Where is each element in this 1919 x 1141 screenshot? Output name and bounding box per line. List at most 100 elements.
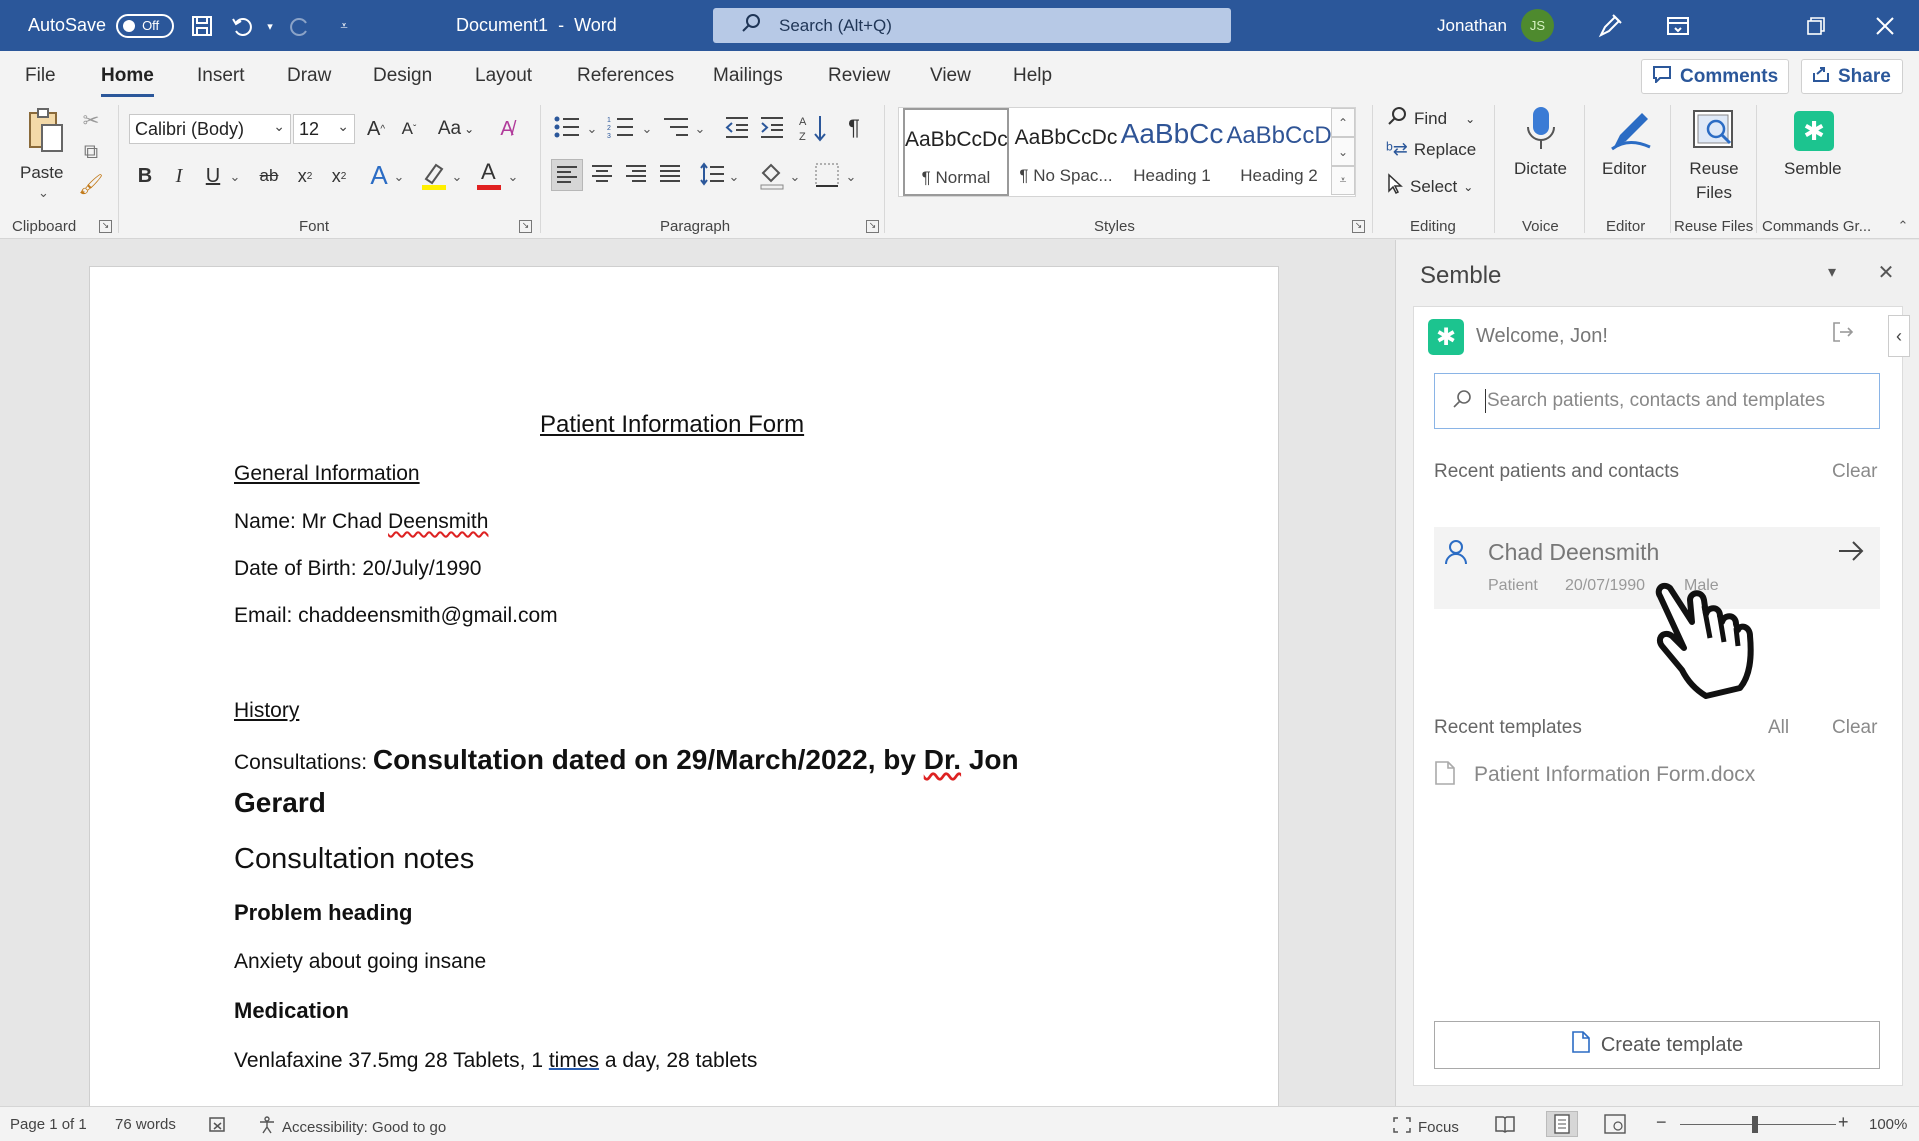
tab-file[interactable]: File — [25, 65, 56, 87]
font-color-dropdown-icon[interactable]: ⌄ — [506, 167, 520, 187]
proofing-icon[interactable] — [208, 1116, 228, 1134]
tab-design[interactable]: Design — [373, 65, 432, 87]
shading-icon[interactable] — [757, 159, 787, 191]
clipboard-launcher-icon[interactable]: ↘ — [99, 220, 112, 233]
change-case-icon[interactable]: Aa ⌄ — [434, 115, 478, 143]
superscript-icon[interactable]: x2 — [324, 161, 354, 191]
pen-icon[interactable] — [1580, 0, 1640, 51]
clear-templates-link[interactable]: Clear — [1832, 717, 1877, 739]
undo-dropdown-icon[interactable]: ▾ — [256, 12, 284, 40]
avatar[interactable]: JS — [1520, 9, 1554, 42]
style-normal[interactable]: AaBbCcDc ¶ Normal — [903, 108, 1009, 196]
reuse-files-button[interactable]: Reuse Files — [1678, 103, 1750, 213]
create-template-button[interactable]: Create template — [1434, 1021, 1880, 1069]
numbering-dropdown-icon[interactable]: ⌄ — [640, 119, 654, 139]
zoom-slider-thumb[interactable] — [1752, 1116, 1758, 1133]
zoom-in-icon[interactable]: + — [1838, 1112, 1849, 1133]
font-launcher-icon[interactable]: ↘ — [519, 220, 532, 233]
align-center-icon[interactable] — [587, 159, 619, 191]
recent-template-item[interactable]: Patient Information Form.docx — [1434, 755, 1880, 795]
italic-icon[interactable]: I — [166, 161, 192, 191]
account[interactable]: Jonathan JS — [1437, 0, 1554, 51]
editor-button[interactable]: Editor — [1594, 103, 1668, 213]
clear-formatting-icon[interactable]: A̸ — [492, 115, 522, 143]
justify-icon[interactable] — [655, 159, 687, 191]
bullets-dropdown-icon[interactable]: ⌄ — [585, 119, 599, 139]
tab-draw[interactable]: Draw — [287, 65, 331, 87]
paste-button[interactable]: Paste ⌄ — [18, 105, 74, 205]
zoom-out-icon[interactable]: − — [1656, 1112, 1667, 1133]
subscript-icon[interactable]: x2 — [290, 161, 320, 191]
borders-icon[interactable] — [812, 159, 842, 191]
font-color-icon[interactable]: A — [474, 159, 504, 191]
style-no-spacing[interactable]: AaBbCcDc ¶ No Spac... — [1013, 108, 1119, 196]
text-effects-icon[interactable]: A — [364, 159, 394, 191]
undo-icon[interactable] — [228, 12, 256, 40]
tab-mailings[interactable]: Mailings — [713, 65, 783, 87]
customize-toolbar-icon[interactable]: ⩡ — [330, 12, 358, 40]
replace-button[interactable]: ᵇ⇄ Replace — [1386, 139, 1476, 160]
save-icon[interactable] — [188, 12, 216, 40]
focus-mode-button[interactable]: Focus — [1392, 1116, 1459, 1138]
find-button[interactable]: Find ⌄ — [1386, 105, 1475, 132]
ribbon-display-icon[interactable] — [1648, 0, 1708, 51]
multilevel-list-icon[interactable] — [662, 115, 692, 141]
accessibility-status[interactable]: Accessibility: Good to go — [258, 1116, 446, 1138]
shading-dropdown-icon[interactable]: ⌄ — [788, 167, 802, 187]
style-heading-2[interactable]: AaBbCcD Heading 2 — [1226, 108, 1332, 196]
share-button[interactable]: Share — [1801, 59, 1903, 94]
underline-dropdown-icon[interactable]: ⌄ — [228, 167, 242, 187]
font-size-combo[interactable]: 12 ⌄ — [293, 114, 355, 144]
clear-contacts-link[interactable]: Clear — [1832, 461, 1877, 483]
font-name-combo[interactable]: Calibri (Body) ⌄ — [129, 114, 291, 144]
align-left-icon[interactable] — [551, 159, 583, 191]
restore-icon[interactable] — [1786, 0, 1846, 51]
print-layout-icon[interactable] — [1546, 1111, 1578, 1137]
underline-icon[interactable]: U — [200, 161, 226, 191]
style-heading-1[interactable]: AaBbCc Heading 1 — [1119, 108, 1225, 196]
read-mode-icon[interactable] — [1494, 1114, 1516, 1134]
numbering-icon[interactable]: 123 — [607, 115, 637, 141]
close-pane-icon[interactable]: ✕ — [1874, 260, 1898, 284]
sign-out-icon[interactable] — [1832, 321, 1856, 345]
select-button[interactable]: Select ⌄ — [1386, 173, 1473, 200]
pane-options-icon[interactable]: ▾ — [1822, 262, 1842, 282]
tab-review[interactable]: Review — [828, 65, 890, 87]
tab-layout[interactable]: Layout — [475, 65, 532, 87]
document-page[interactable]: Patient Information Form General Informa… — [89, 266, 1279, 1108]
page-count[interactable]: Page 1 of 1 — [10, 1116, 87, 1133]
multilevel-dropdown-icon[interactable]: ⌄ — [693, 119, 707, 139]
collapse-ribbon-icon[interactable]: ⌃ — [1893, 217, 1913, 235]
grow-font-icon[interactable]: A ^ — [362, 115, 390, 143]
styles-more-icon[interactable]: ⩡ — [1331, 166, 1355, 195]
format-painter-icon[interactable]: 🖌 — [78, 171, 104, 197]
close-window-icon[interactable] — [1855, 0, 1915, 51]
collapse-pane-icon[interactable]: ‹ — [1888, 315, 1910, 357]
cut-icon[interactable]: ✂ — [78, 107, 104, 133]
patient-search-input[interactable]: Search patients, contacts and templates — [1434, 373, 1880, 429]
increase-indent-icon[interactable] — [759, 115, 787, 141]
arrow-right-icon[interactable] — [1836, 537, 1866, 570]
styles-down-icon[interactable]: ⌄ — [1331, 137, 1355, 166]
paragraph-launcher-icon[interactable]: ↘ — [866, 220, 879, 233]
autosave-toggle[interactable]: Off — [116, 13, 175, 38]
word-count[interactable]: 76 words — [115, 1116, 176, 1133]
styles-launcher-icon[interactable]: ↘ — [1352, 220, 1365, 233]
semble-button[interactable]: ✱ Semble — [1768, 103, 1860, 213]
highlight-dropdown-icon[interactable]: ⌄ — [450, 167, 464, 187]
tab-home[interactable]: Home — [101, 65, 154, 97]
bold-icon[interactable]: B — [132, 161, 158, 191]
tab-insert[interactable]: Insert — [197, 65, 245, 87]
search-box[interactable]: Search (Alt+Q) — [713, 8, 1231, 43]
comments-button[interactable]: Comments — [1641, 59, 1789, 94]
redo-icon[interactable] — [286, 12, 314, 40]
sort-icon[interactable]: AZ — [798, 113, 828, 143]
pilcrow-icon[interactable]: ¶ — [840, 113, 868, 143]
text-effects-dropdown-icon[interactable]: ⌄ — [392, 167, 406, 187]
borders-dropdown-icon[interactable]: ⌄ — [844, 167, 858, 187]
styles-up-icon[interactable]: ⌃ — [1331, 108, 1355, 137]
tab-references[interactable]: References — [577, 65, 674, 87]
all-templates-link[interactable]: All — [1768, 717, 1789, 739]
dictate-button[interactable]: Dictate — [1504, 103, 1578, 213]
bullets-icon[interactable] — [553, 115, 583, 141]
